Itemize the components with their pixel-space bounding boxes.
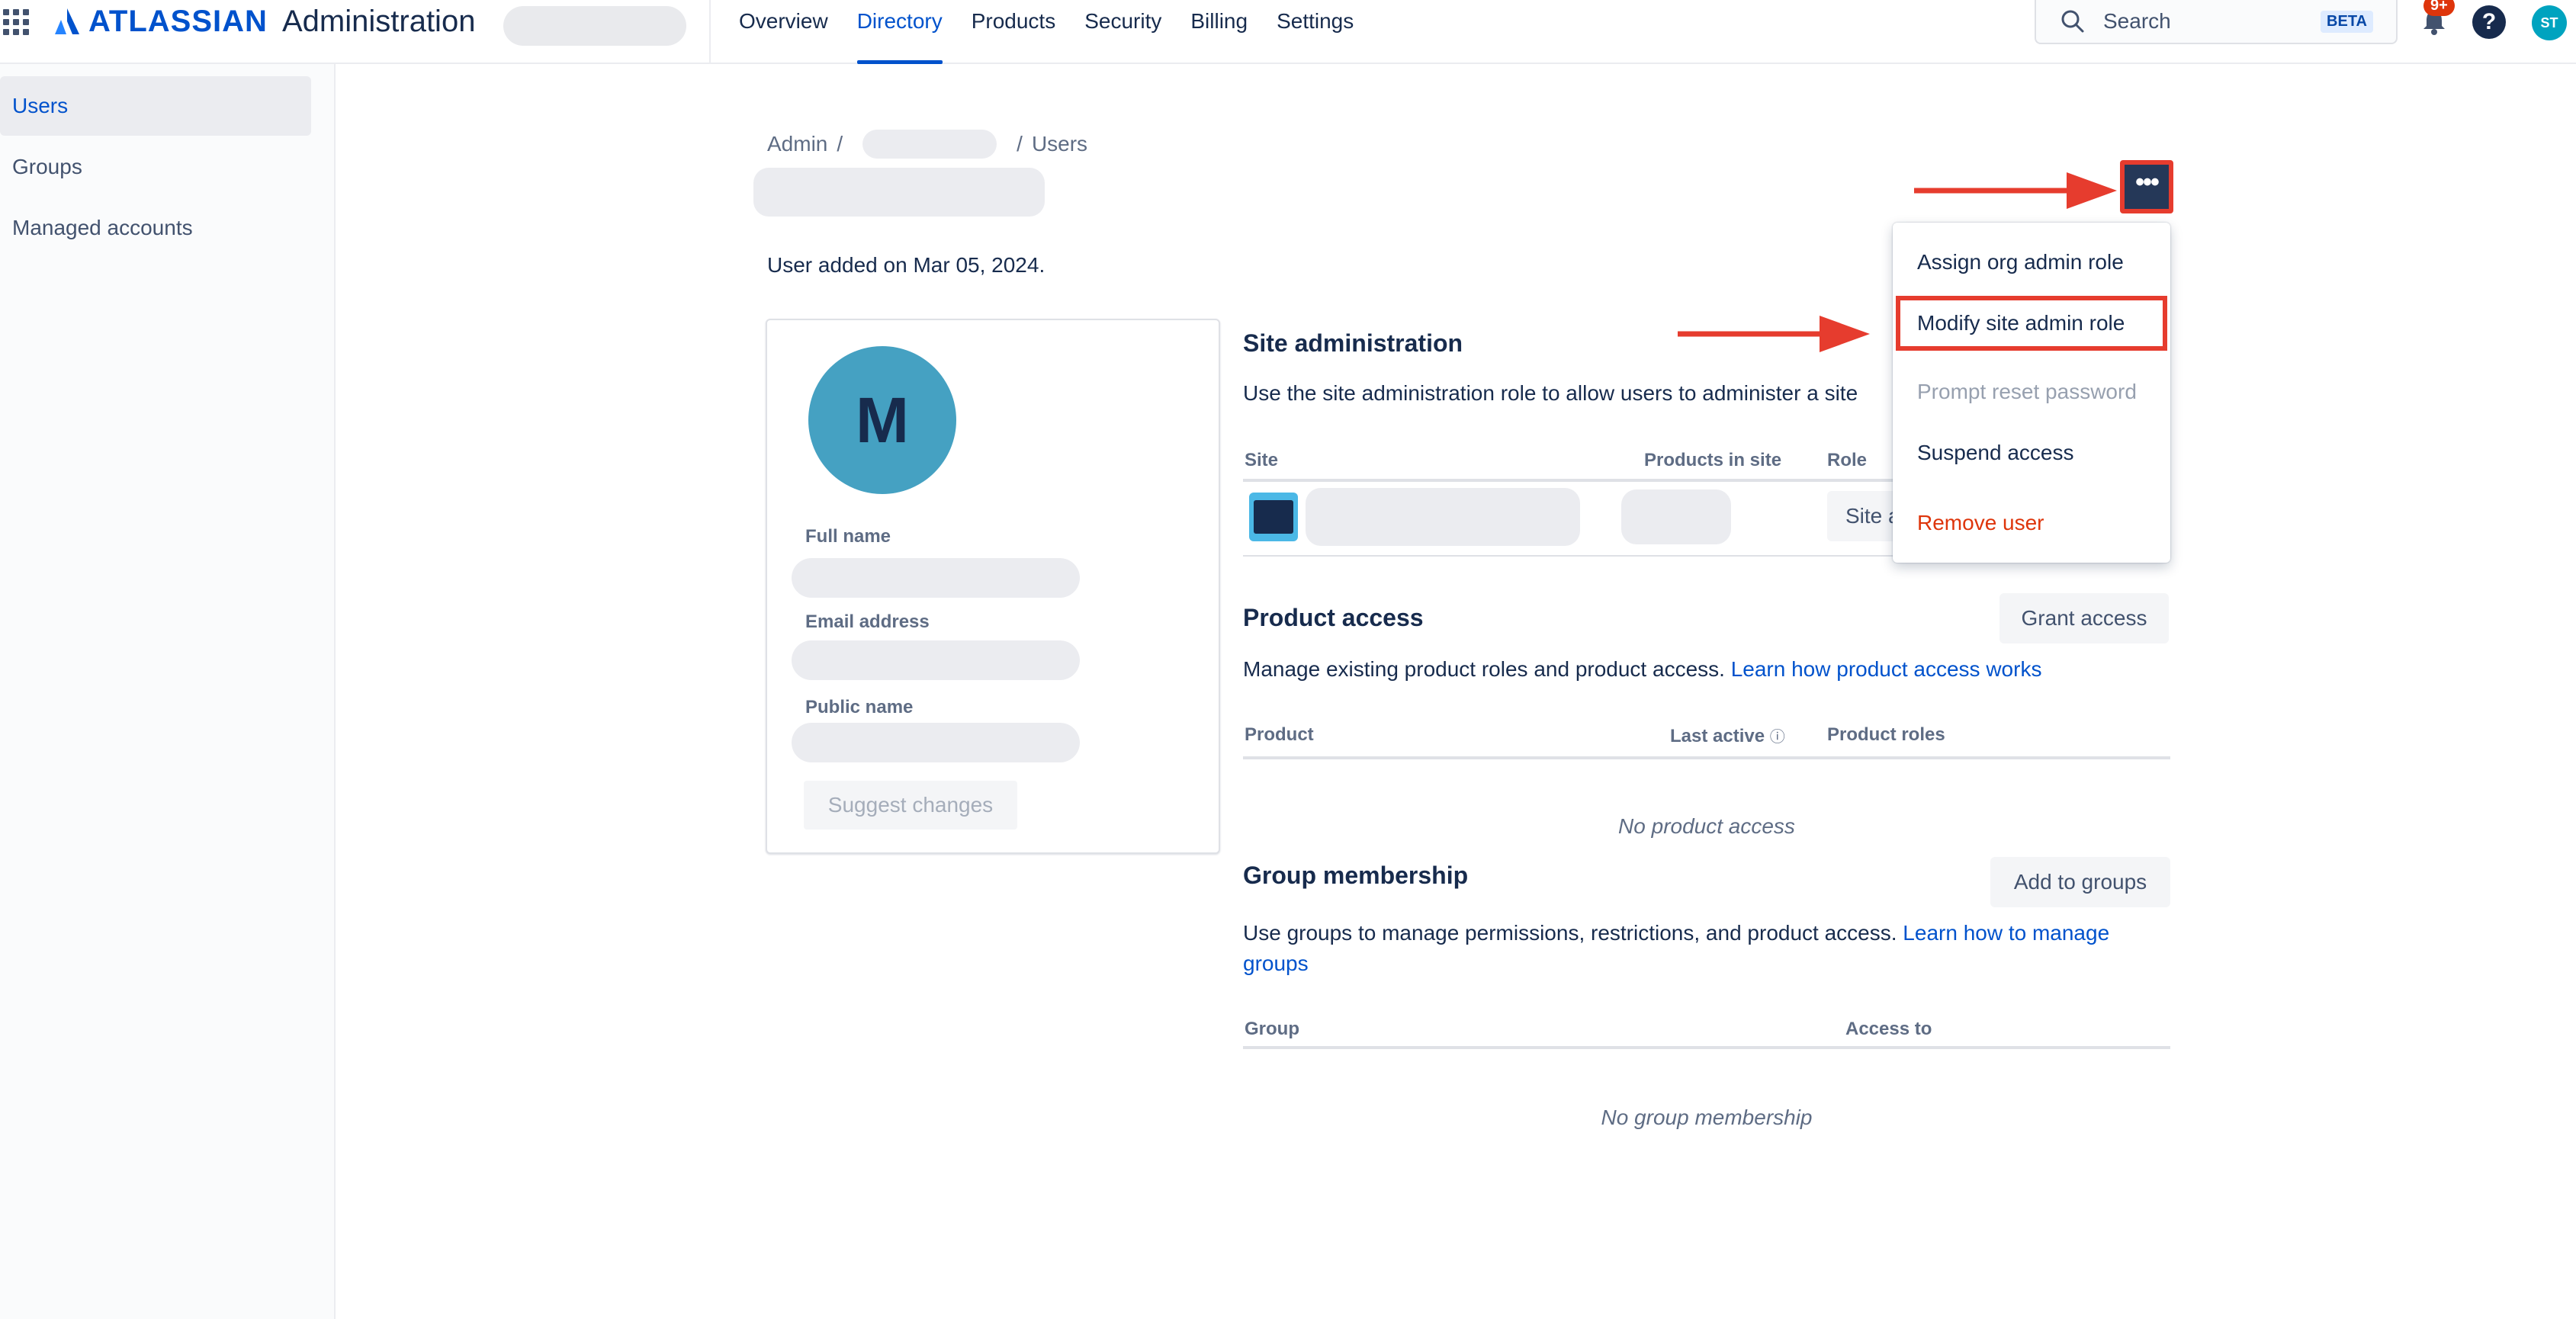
beta-badge: BETA <box>2321 11 2373 33</box>
full-name-value <box>792 558 1080 598</box>
column-last-active-label: Last active <box>1670 726 1765 746</box>
annotation-arrow-icon <box>1914 172 2117 209</box>
product-access-title: Product access <box>1243 604 1424 631</box>
menu-item-prompt-reset-password[interactable]: Prompt reset password <box>1893 364 2170 419</box>
nav-security[interactable]: Security <box>1070 0 1176 64</box>
profile-card: M Full name Email address Public name Su… <box>766 319 1220 854</box>
nav-billing[interactable]: Billing <box>1176 0 1262 64</box>
group-membership-text: Use groups to manage permissions, restri… <box>1243 921 1897 945</box>
sidebar-item-groups[interactable]: Groups <box>0 137 311 197</box>
full-name-label: Full name <box>805 526 891 547</box>
email-value <box>792 640 1080 680</box>
group-membership-description: Use groups to manage permissions, restri… <box>1243 918 2170 979</box>
user-added-date: User added on Mar 05, 2024. <box>767 253 1045 277</box>
group-learn-link-continued[interactable]: groups <box>1243 952 1309 975</box>
column-product-roles: Product roles <box>1827 724 1945 745</box>
site-name-redacted[interactable] <box>1306 488 1580 546</box>
suggest-changes-button[interactable]: Suggest changes <box>804 781 1017 830</box>
user-avatar[interactable]: ST <box>2532 5 2567 40</box>
column-last-active: Last active ⓘ <box>1670 724 1785 747</box>
table-header-divider <box>1243 756 2170 759</box>
group-membership-title: Group membership <box>1243 862 1469 889</box>
email-label: Email address <box>805 611 930 632</box>
menu-item-remove-user[interactable]: Remove user <box>1893 496 2170 550</box>
breadcrumb-separator: / <box>1017 132 1023 156</box>
public-name-value <box>792 723 1080 762</box>
help-icon[interactable]: ? <box>2472 5 2506 39</box>
sidebar-item-users[interactable]: Users <box>0 76 311 136</box>
more-actions-button[interactable]: ••• <box>2120 160 2173 213</box>
table-header-divider <box>1243 1046 2170 1049</box>
site-icon <box>1249 493 1298 541</box>
menu-item-suspend-access[interactable]: Suspend access <box>1893 425 2170 480</box>
products-count-redacted <box>1621 489 1731 544</box>
profile-avatar: M <box>808 346 956 494</box>
app-switcher-icon[interactable] <box>3 9 29 35</box>
sidebar-item-managed-accounts[interactable]: Managed accounts <box>0 198 311 258</box>
column-products-in-site: Products in site <box>1644 450 1782 470</box>
site-admin-title: Site administration <box>1243 329 1463 357</box>
product-access-description: Manage existing product roles and produc… <box>1243 654 2041 685</box>
column-site: Site <box>1245 450 1279 470</box>
add-to-groups-button[interactable]: Add to groups <box>1990 857 2170 907</box>
column-group: Group <box>1245 1019 1299 1039</box>
info-icon[interactable]: ⓘ <box>1770 729 1785 746</box>
menu-item-assign-org-admin[interactable]: Assign org admin role <box>1893 235 2170 290</box>
breadcrumb-separator: / <box>837 132 843 156</box>
product-access-text: Manage existing product roles and produc… <box>1243 657 1725 681</box>
grant-access-button[interactable]: Grant access <box>1999 593 2169 643</box>
annotation-arrow-icon <box>1678 316 1870 352</box>
top-navigation-bar: ATLASSIAN Administration Overview Direct… <box>0 0 2576 64</box>
nav-settings[interactable]: Settings <box>1262 0 1368 64</box>
menu-item-modify-site-admin[interactable]: Modify site admin role <box>1896 296 2167 351</box>
breadcrumb-redacted-org[interactable] <box>862 130 997 159</box>
search-placeholder: Search <box>2103 9 2171 33</box>
search-icon <box>2061 10 2084 33</box>
search-input[interactable]: Search BETA <box>2035 0 2398 44</box>
breadcrumb-admin[interactable]: Admin <box>767 132 827 156</box>
notifications-count-badge: 9+ <box>2423 0 2455 16</box>
sidebar: Users Groups Managed accounts <box>0 64 336 1319</box>
nav-overview[interactable]: Overview <box>724 0 843 64</box>
site-admin-description: Use the site administration role to allo… <box>1243 381 1858 405</box>
atlassian-logo-icon <box>55 8 79 34</box>
page-title-redacted <box>753 168 1045 217</box>
breadcrumb: Admin / / Users <box>767 130 1087 159</box>
org-selector[interactable] <box>503 6 686 46</box>
product-name: Administration <box>282 5 476 38</box>
empty-group-membership: No group membership <box>1601 1106 1813 1129</box>
empty-product-access: No product access <box>1618 814 1795 838</box>
column-access-to: Access to <box>1845 1019 1932 1039</box>
column-product: Product <box>1245 724 1314 745</box>
product-access-learn-link[interactable]: Learn how product access works <box>1731 657 2042 681</box>
more-actions-menu: Assign org admin role Modify site admin … <box>1893 223 2170 563</box>
breadcrumb-users[interactable]: Users <box>1032 132 1087 156</box>
brand-name[interactable]: ATLASSIAN <box>88 5 268 39</box>
column-role: Role <box>1827 450 1868 470</box>
group-learn-link[interactable]: Learn how to manage <box>1903 921 2109 945</box>
public-name-label: Public name <box>805 697 914 717</box>
nav-products[interactable]: Products <box>957 0 1071 64</box>
main-nav: Overview Directory Products Security Bil… <box>709 0 1368 64</box>
nav-directory[interactable]: Directory <box>843 0 957 64</box>
